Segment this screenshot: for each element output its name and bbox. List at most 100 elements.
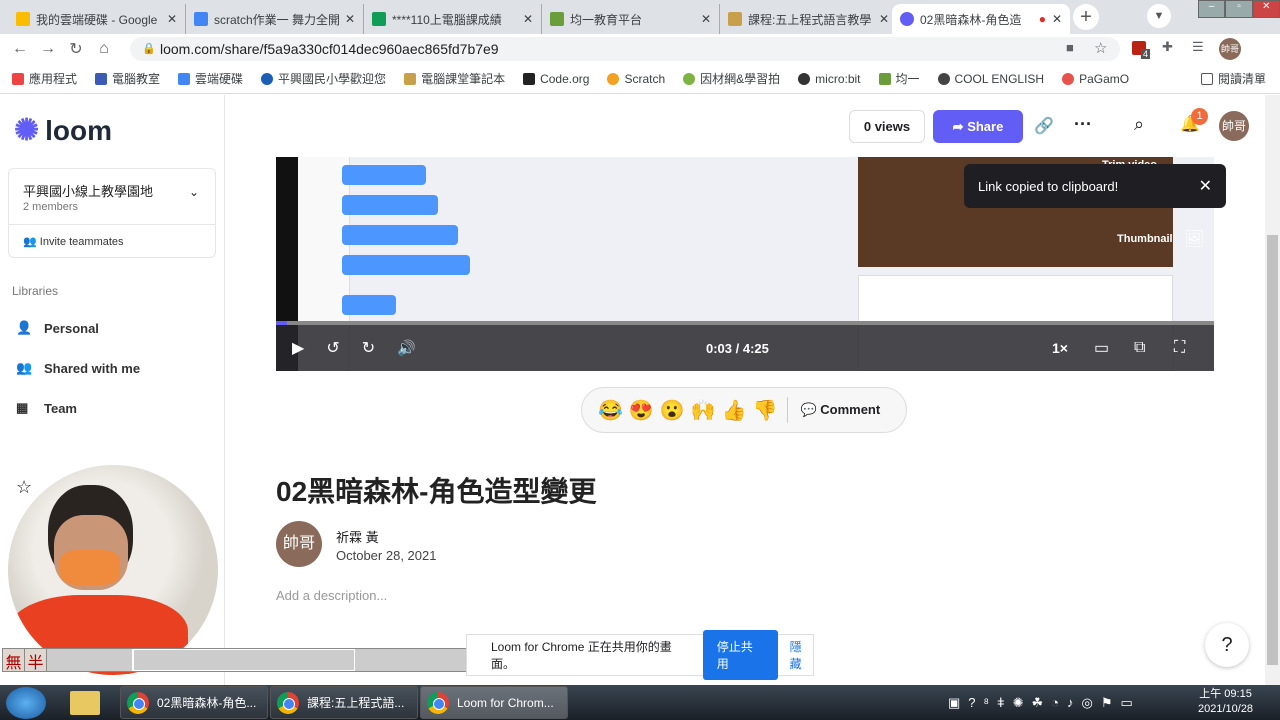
tab-scratch[interactable]: scratch作業一 舞力全開 ✕: [186, 4, 364, 34]
bookmark[interactable]: 雲端硬碟: [178, 70, 243, 87]
more-icon[interactable]: ···: [1074, 114, 1092, 135]
reload-icon[interactable]: ↻: [62, 39, 90, 59]
bookmark-label: 平興國民小學歡迎您: [278, 72, 387, 86]
ime-width-button[interactable]: 半: [25, 649, 47, 672]
tab-junyi[interactable]: 均一教育平台 ✕: [542, 4, 720, 34]
close-icon[interactable]: ✕: [1199, 176, 1212, 196]
sidebar-item-shared[interactable]: 👥 Shared with me: [16, 360, 140, 376]
ime-mode-button[interactable]: 無: [3, 649, 25, 672]
stop-sharing-button[interactable]: 停止共用: [702, 630, 778, 680]
speed-button[interactable]: 1×: [1052, 340, 1068, 356]
bookmark[interactable]: 均一: [878, 70, 920, 87]
link-icon[interactable]: 🔗: [1034, 116, 1054, 136]
sidebar-item-team[interactable]: ▦ Team: [16, 400, 77, 416]
workspace-members: 2 members: [23, 201, 79, 213]
bookmark[interactable]: 平興國民小學歡迎您: [261, 70, 386, 87]
user-avatar[interactable]: 帥哥: [1219, 111, 1249, 141]
invite-teammates-link[interactable]: 👥 Invite teammates: [23, 235, 124, 248]
reaction-love[interactable]: 😍: [629, 398, 654, 423]
camera-icon[interactable]: ■: [1066, 40, 1074, 55]
tab-search-button[interactable]: ▼: [1147, 4, 1171, 28]
tab-drive[interactable]: 我的雲端硬碟 - Google ✕: [8, 4, 186, 34]
bookmark[interactable]: COOL ENGLISH: [937, 72, 1044, 86]
sidebar-item-label: Personal: [44, 320, 99, 336]
start-button[interactable]: [6, 686, 46, 719]
taskbar-item[interactable]: 02黑暗森林-角色...: [120, 686, 268, 719]
tab-grades[interactable]: ****110上電腦課成績 ✕: [364, 4, 542, 34]
webcam-bubble[interactable]: [8, 465, 218, 675]
picture-in-picture-icon[interactable]: ⧉: [1134, 339, 1145, 357]
profile-avatar[interactable]: 帥哥: [1219, 38, 1241, 60]
comment-button[interactable]: 💬 Comment: [800, 402, 880, 418]
divider: [9, 224, 215, 225]
maximize-button[interactable]: ▫: [1225, 0, 1253, 18]
reaction-wow[interactable]: 😮: [660, 398, 685, 423]
tab-loom[interactable]: 02黑暗森林-角色造 ● ✕: [892, 4, 1070, 34]
reaction-laugh[interactable]: 😂: [598, 398, 623, 423]
scratch-block: [342, 225, 458, 245]
close-icon[interactable]: ✕: [167, 12, 177, 26]
sidebar-item-personal[interactable]: 👤 Personal: [16, 320, 99, 336]
close-icon[interactable]: ✕: [879, 12, 889, 26]
file-explorer-icon[interactable]: [70, 690, 100, 715]
hide-button[interactable]: 隱藏: [790, 638, 813, 672]
taskbar-item[interactable]: 課程:五上程式語...: [270, 686, 418, 719]
close-icon[interactable]: ✕: [701, 12, 711, 26]
minimize-button[interactable]: –: [1198, 0, 1226, 18]
url-input[interactable]: 🔒 loom.com/share/f5a9a330cf014dec960aec86…: [130, 37, 1120, 61]
bookmark[interactable]: micro:bit: [798, 72, 861, 86]
chevron-down-icon[interactable]: ⌄: [189, 185, 199, 199]
back-icon[interactable]: ←: [6, 40, 34, 58]
new-tab-button[interactable]: +: [1073, 4, 1099, 30]
reaction-thumbs-up[interactable]: 👍: [722, 398, 747, 423]
webcam-mask: [60, 550, 120, 585]
search-icon[interactable]: ⌕: [1134, 114, 1144, 135]
share-button[interactable]: ➦ Share: [933, 110, 1023, 143]
scrollbar[interactable]: [1265, 95, 1280, 685]
play-icon[interactable]: ▶: [292, 338, 304, 358]
workspace-name[interactable]: 平興國小線上教學園地: [23, 181, 153, 200]
tab-title: 課程:五上程式語言教學: [748, 12, 872, 27]
bookmark[interactable]: 電腦教室: [95, 70, 160, 87]
system-tray-icons[interactable]: ▣?⁸ǂ✺☘◔♪◎⚑▭: [948, 695, 1141, 711]
reaction-celebrate[interactable]: 🙌: [691, 398, 716, 423]
bookmark[interactable]: Code.org: [523, 72, 589, 86]
image-icon[interactable]: 🖼: [1184, 229, 1204, 249]
theater-mode-icon[interactable]: ▭: [1094, 338, 1109, 358]
bookmark-apps[interactable]: 應用程式: [12, 70, 77, 87]
views-button[interactable]: 0 views: [849, 110, 925, 143]
star-icon[interactable]: ☆: [1094, 39, 1107, 57]
volume-icon[interactable]: 🔊: [397, 339, 416, 357]
home-icon[interactable]: ⌂: [90, 40, 118, 58]
puzzle-icon[interactable]: ✚: [1162, 39, 1173, 55]
author-name[interactable]: 祈霖 黃: [336, 527, 379, 546]
bookmark[interactable]: Scratch: [607, 72, 665, 86]
description-input[interactable]: Add a description...: [276, 588, 387, 603]
bookmark[interactable]: 電腦課堂筆記本: [404, 70, 505, 87]
scrollbar-thumb[interactable]: [1267, 235, 1278, 665]
logo-text: loom: [45, 114, 113, 146]
help-button[interactable]: ?: [1205, 623, 1249, 667]
forward-5-icon[interactable]: ↻: [362, 338, 375, 358]
clock[interactable]: 上午 09:15 2021/10/28: [1198, 687, 1253, 717]
star-icon[interactable]: ☆: [16, 477, 32, 498]
taskbar-item[interactable]: Loom for Chrom...: [420, 686, 568, 719]
reading-list-icon: [1200, 72, 1213, 85]
reaction-thumbs-down[interactable]: 👎: [753, 398, 778, 423]
close-icon[interactable]: ✕: [523, 12, 533, 26]
close-icon[interactable]: ✕: [1052, 12, 1062, 26]
bookmark[interactable]: PaGamO: [1062, 72, 1129, 86]
close-window-button[interactable]: ✕: [1252, 0, 1280, 18]
forward-icon[interactable]: →: [34, 40, 62, 58]
bookmark[interactable]: 因材網&學習拍: [683, 70, 780, 87]
reading-list[interactable]: 閱讀清單: [1200, 70, 1266, 87]
thumbnail-label[interactable]: Thumbnail: [1117, 233, 1173, 245]
loom-logo[interactable]: ✺ loom: [14, 113, 112, 148]
close-icon[interactable]: ✕: [345, 12, 355, 26]
workspace-card: 平興國小線上教學園地 2 members ⌄ 👥 Invite teammate…: [8, 168, 216, 258]
fullscreen-icon[interactable]: ⛶: [1174, 339, 1185, 357]
media-icon[interactable]: ☰: [1192, 39, 1204, 55]
tab-course[interactable]: 課程:五上程式語言教學 ✕: [720, 4, 898, 34]
tab-title: 02黑暗森林-角色造: [920, 12, 1022, 27]
rewind-5-icon[interactable]: ↺: [326, 338, 339, 358]
